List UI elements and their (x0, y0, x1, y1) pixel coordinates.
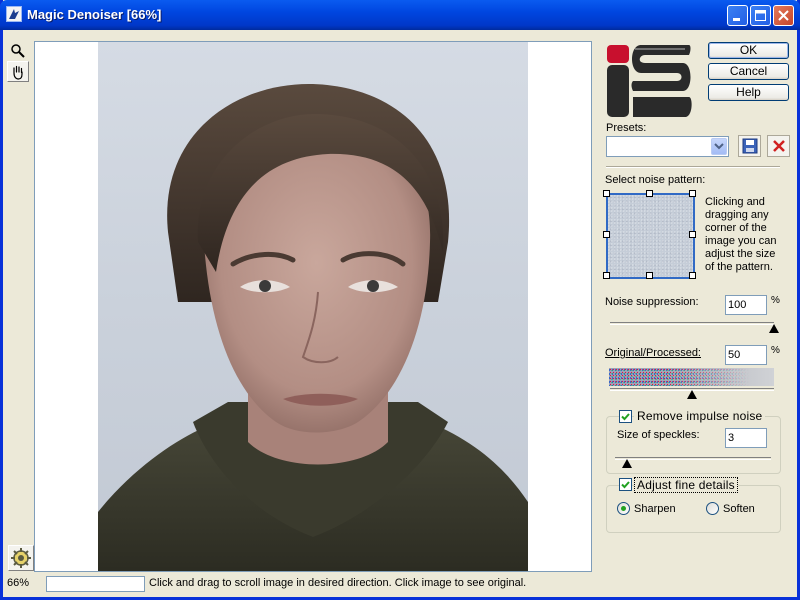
soften-radio[interactable] (706, 502, 719, 515)
presets-dropdown[interactable] (606, 136, 729, 157)
chevron-down-icon[interactable] (711, 138, 727, 155)
floppy-disk-icon (742, 138, 757, 154)
close-button[interactable] (773, 5, 794, 26)
sharpen-label[interactable]: Sharpen (634, 503, 676, 515)
hand-icon (13, 65, 23, 80)
pattern-handle-bl[interactable] (603, 272, 610, 279)
original-processed-label: Original/Processed: (605, 347, 701, 359)
progress-bar (46, 576, 145, 592)
save-preset-button[interactable] (738, 135, 761, 157)
maximize-icon (755, 10, 766, 21)
noise-suppression-slider[interactable] (769, 324, 779, 333)
pattern-handle-right[interactable] (689, 231, 696, 238)
help-button[interactable]: Help (708, 84, 789, 101)
portrait-photo (98, 83, 528, 571)
noise-suppression-label: Noise suppression: (605, 296, 699, 308)
pattern-handle-tl[interactable] (603, 190, 610, 197)
hand-tool[interactable] (7, 61, 29, 82)
cancel-button[interactable]: Cancel (708, 63, 789, 80)
noise-pattern-label: Select noise pattern: (605, 174, 706, 186)
noise-pattern-selector[interactable] (603, 190, 696, 279)
speckles-label: Size of speckles: (617, 429, 700, 441)
noise-suppression-track (610, 322, 774, 325)
original-processed-unit: % (771, 345, 780, 356)
pattern-handle-tr[interactable] (689, 190, 696, 197)
minimize-icon (733, 18, 740, 21)
magic-denoiser-dialog: Magic Denoiser [66%] 66% Click and drag … (0, 0, 800, 600)
original-processed-slider[interactable] (687, 390, 697, 399)
noise-pattern-help: Clicking and dragging any corner of the … (705, 196, 777, 273)
settings-button[interactable] (8, 545, 34, 571)
preview-photo[interactable] (98, 42, 528, 571)
pattern-handle-bottom[interactable] (646, 272, 653, 279)
brand-logo (605, 41, 693, 121)
status-hint: Click and drag to scroll image in desire… (149, 577, 527, 589)
window-title: Magic Denoiser [66%] (27, 7, 162, 22)
gear-icon (11, 548, 31, 568)
magnifier-icon (11, 43, 25, 58)
speckles-slider[interactable] (622, 459, 633, 468)
checkmark-icon (621, 413, 630, 421)
close-icon (778, 10, 789, 21)
status-bar: 66% Click and drag to scroll image in de… (3, 573, 797, 593)
speckles-track (615, 457, 771, 460)
checkmark-icon (621, 481, 630, 489)
noise-suppression-unit: % (771, 295, 780, 306)
delete-preset-button[interactable] (767, 135, 790, 157)
maximize-button[interactable] (750, 5, 771, 26)
presets-separator (606, 166, 780, 168)
image-preview[interactable] (34, 41, 592, 572)
presets-label: Presets: (606, 122, 647, 134)
minimize-button[interactable] (727, 5, 748, 26)
original-processed-input[interactable]: 50 (725, 345, 767, 365)
adjust-fine-details-checkbox[interactable] (619, 478, 632, 491)
speckles-input[interactable]: 3 (725, 428, 767, 448)
zoom-level: 66% (7, 577, 30, 589)
ok-button[interactable]: OK (708, 42, 789, 59)
remove-impulse-noise-label[interactable]: Remove impulse noise (634, 409, 766, 423)
pattern-handle-br[interactable] (689, 272, 696, 279)
original-processed-preview-strip (609, 368, 774, 386)
delete-x-icon (772, 140, 785, 152)
radio-selected-dot (621, 506, 626, 511)
title-bar[interactable]: Magic Denoiser [66%] (0, 0, 800, 30)
zoom-tool[interactable] (7, 40, 29, 61)
sharpen-radio[interactable] (617, 502, 630, 515)
remove-impulse-noise-checkbox[interactable] (619, 410, 632, 423)
pattern-handle-top[interactable] (646, 190, 653, 197)
pattern-handle-left[interactable] (603, 231, 610, 238)
noise-suppression-input[interactable]: 100 (725, 295, 767, 315)
adjust-fine-details-label[interactable]: Adjust fine details (634, 477, 738, 493)
soften-label[interactable]: Soften (723, 503, 755, 515)
app-logo-icon (6, 6, 22, 22)
